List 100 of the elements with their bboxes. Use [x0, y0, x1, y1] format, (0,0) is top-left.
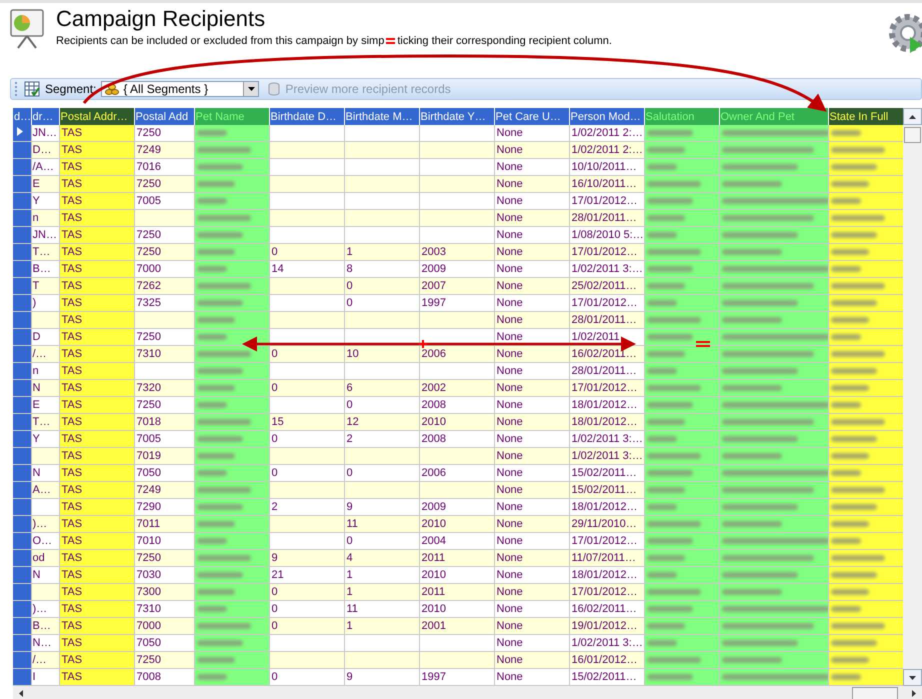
- row-header[interactable]: [13, 600, 31, 618]
- blurred-text: [830, 453, 868, 459]
- blurred-text: [830, 487, 884, 493]
- row-header[interactable]: [13, 652, 31, 668]
- row-header[interactable]: [13, 464, 31, 482]
- blurred-text: [196, 572, 242, 578]
- row-header[interactable]: [13, 244, 31, 260]
- row-header[interactable]: [13, 192, 31, 210]
- blurred-text: [196, 368, 242, 374]
- row-header[interactable]: [13, 380, 31, 396]
- row-header[interactable]: [13, 210, 31, 226]
- table-cell: 14: [269, 260, 344, 278]
- row-header[interactable]: [13, 226, 31, 244]
- row-header[interactable]: [13, 566, 31, 584]
- scrollbar-thumb[interactable]: [904, 127, 921, 143]
- blurred-text: [646, 589, 700, 595]
- table-cell: 1: [344, 244, 419, 260]
- blurred-text: [196, 470, 226, 476]
- column-header[interactable]: Birthdate D…: [269, 108, 344, 125]
- row-header[interactable]: [13, 414, 31, 430]
- table-cell: 7249: [134, 142, 194, 158]
- scrollbar-thumb[interactable]: [852, 686, 898, 699]
- column-header[interactable]: Pet Care U…: [494, 108, 569, 125]
- table-cell: None: [494, 142, 569, 158]
- table-cell: 2008: [419, 396, 494, 414]
- row-header[interactable]: [13, 346, 31, 362]
- table-cell: B…: [31, 618, 59, 634]
- row-header[interactable]: [13, 125, 31, 142]
- table-cell: 0: [344, 396, 419, 414]
- row-header[interactable]: [13, 448, 31, 464]
- table-cell: Y: [31, 192, 59, 210]
- scroll-left-icon: [19, 690, 23, 696]
- row-header[interactable]: [13, 328, 31, 346]
- table-cell: TAS: [59, 210, 134, 226]
- blurred-text: [830, 215, 884, 221]
- table-cell: 28/01/2011…: [569, 312, 644, 328]
- table-cell: None: [494, 158, 569, 176]
- table-cell: 18/01/2012…: [569, 566, 644, 584]
- table-cell: 15/02/2011…: [569, 668, 644, 686]
- row-header[interactable]: [13, 294, 31, 312]
- row-header[interactable]: [13, 176, 31, 192]
- row-header[interactable]: [13, 396, 31, 414]
- table-cell: 16/02/2011…: [569, 346, 644, 362]
- table-cell: 0: [269, 430, 344, 448]
- table-cell: TAS: [59, 430, 134, 448]
- row-header[interactable]: [13, 584, 31, 600]
- column-header[interactable]: Postal Add: [134, 108, 194, 125]
- table-cell: 15: [269, 414, 344, 430]
- table-cell: 2011: [419, 584, 494, 600]
- blurred-text: [646, 198, 692, 204]
- table-cell: [31, 584, 59, 600]
- row-header[interactable]: [13, 516, 31, 532]
- row-header[interactable]: [13, 260, 31, 278]
- blurred-text: [646, 317, 700, 323]
- row-header[interactable]: [13, 482, 31, 498]
- vertical-scrollbar[interactable]: [903, 108, 922, 686]
- horizontal-scrollbar[interactable]: [13, 686, 922, 699]
- column-header[interactable]: State In Full: [828, 108, 903, 125]
- table-cell: 1997: [419, 294, 494, 312]
- table-cell: 7310: [134, 346, 194, 362]
- row-header[interactable]: [13, 430, 31, 448]
- row-header[interactable]: [13, 142, 31, 158]
- table-cell: 1/02/2011 3:…: [569, 430, 644, 448]
- column-header[interactable]: Postal Addr…: [59, 108, 134, 125]
- table-cell: 0: [269, 464, 344, 482]
- table-cell: TAS: [59, 192, 134, 210]
- row-header[interactable]: [13, 158, 31, 176]
- column-header[interactable]: Birthdate Y…: [419, 108, 494, 125]
- blurred-text: [196, 419, 250, 425]
- table-cell: 7000: [134, 260, 194, 278]
- row-header[interactable]: [13, 668, 31, 686]
- row-header[interactable]: [13, 618, 31, 634]
- blurred-text: [196, 300, 242, 306]
- row-header[interactable]: [13, 498, 31, 516]
- table-cell: TAS: [59, 482, 134, 498]
- blurred-text: [196, 283, 250, 289]
- table-cell: 7250: [134, 226, 194, 244]
- segment-dropdown[interactable]: { All Segments }: [101, 81, 260, 97]
- column-header[interactable]: Person Mod…: [569, 108, 644, 125]
- row-header[interactable]: [13, 278, 31, 294]
- table-cell: None: [494, 618, 569, 634]
- column-header[interactable]: dr…: [31, 108, 59, 125]
- blurred-text: [646, 249, 700, 255]
- row-header[interactable]: [13, 634, 31, 652]
- table-cell: TAS: [59, 464, 134, 482]
- column-header[interactable]: Birthdate M…: [344, 108, 419, 125]
- row-header[interactable]: [13, 532, 31, 550]
- row-header[interactable]: [13, 362, 31, 380]
- table-cell: 7249: [134, 482, 194, 498]
- table-cell: 2009: [419, 260, 494, 278]
- row-header[interactable]: [13, 550, 31, 566]
- table-cell: 7250: [134, 125, 194, 142]
- blurred-text: [196, 640, 242, 646]
- column-header[interactable]: d…: [13, 108, 31, 125]
- blurred-text: [830, 589, 868, 595]
- blurred-text: [196, 164, 242, 170]
- table-cell: 7300: [134, 584, 194, 600]
- table-cell: TAS: [59, 244, 134, 260]
- table-cell: None: [494, 668, 569, 686]
- row-header[interactable]: [13, 312, 31, 328]
